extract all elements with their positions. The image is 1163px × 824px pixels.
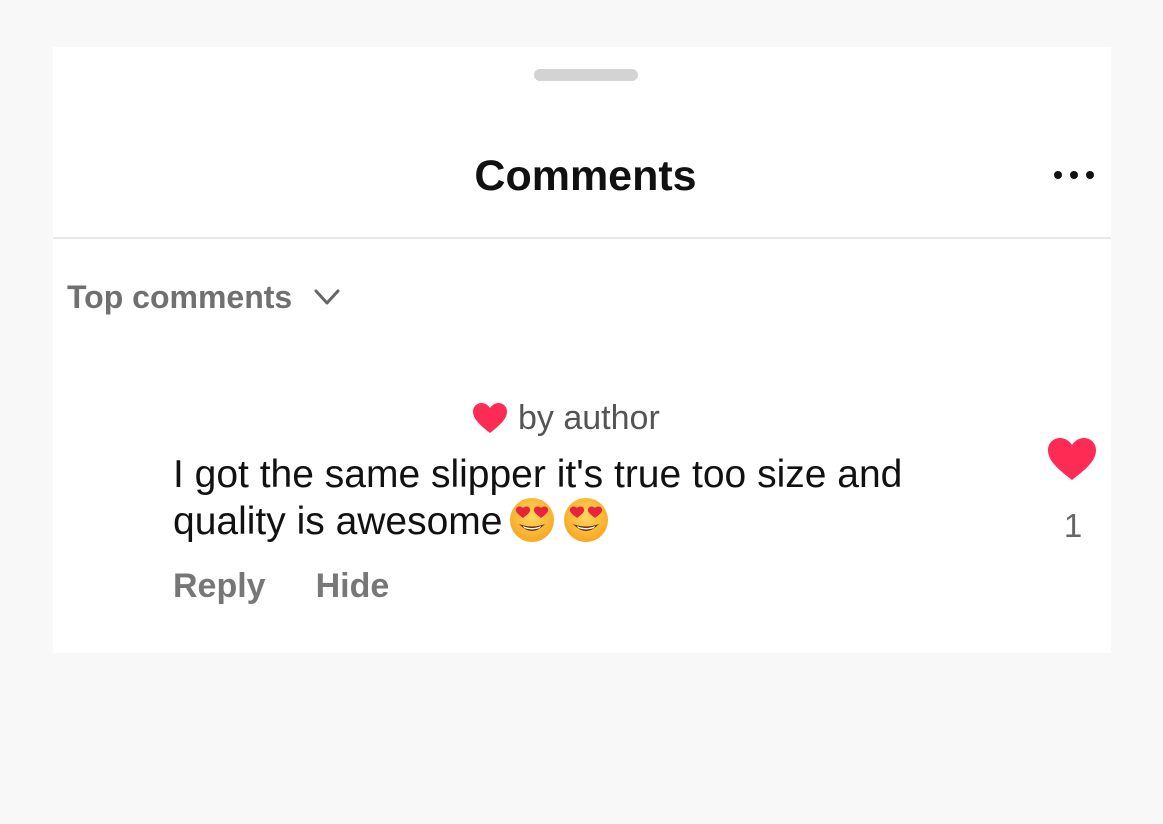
heart-filled-icon[interactable] [1047,437,1097,481]
comment-actions: Reply Hide [173,567,389,606]
hide-button[interactable]: Hide [316,567,390,606]
more-dot [1086,171,1094,179]
liked-by-author-badge: by author [472,396,660,440]
heart-eyes-emoji [510,497,555,542]
sheet-title: Comments [474,152,697,200]
like-count: 1 [1063,507,1083,544]
header-divider [53,237,1111,239]
sort-dropdown[interactable]: Top comments [67,275,340,319]
heart-eyes-emoji [564,497,609,542]
more-horizontal-icon [1054,171,1062,179]
chevron-down-icon [314,289,340,305]
sort-label: Top comments [67,278,293,315]
comments-sheet: Comments Top comments by author I got th… [53,47,1111,653]
reply-button[interactable]: Reply [173,567,266,606]
more-dot [1070,171,1078,179]
comment-body: I got the same slipper it's true too siz… [173,451,993,545]
liked-by-label: by author [518,398,660,437]
heart-icon [473,403,507,433]
drag-handle[interactable] [534,69,638,81]
more-options-button[interactable] [1043,157,1105,193]
